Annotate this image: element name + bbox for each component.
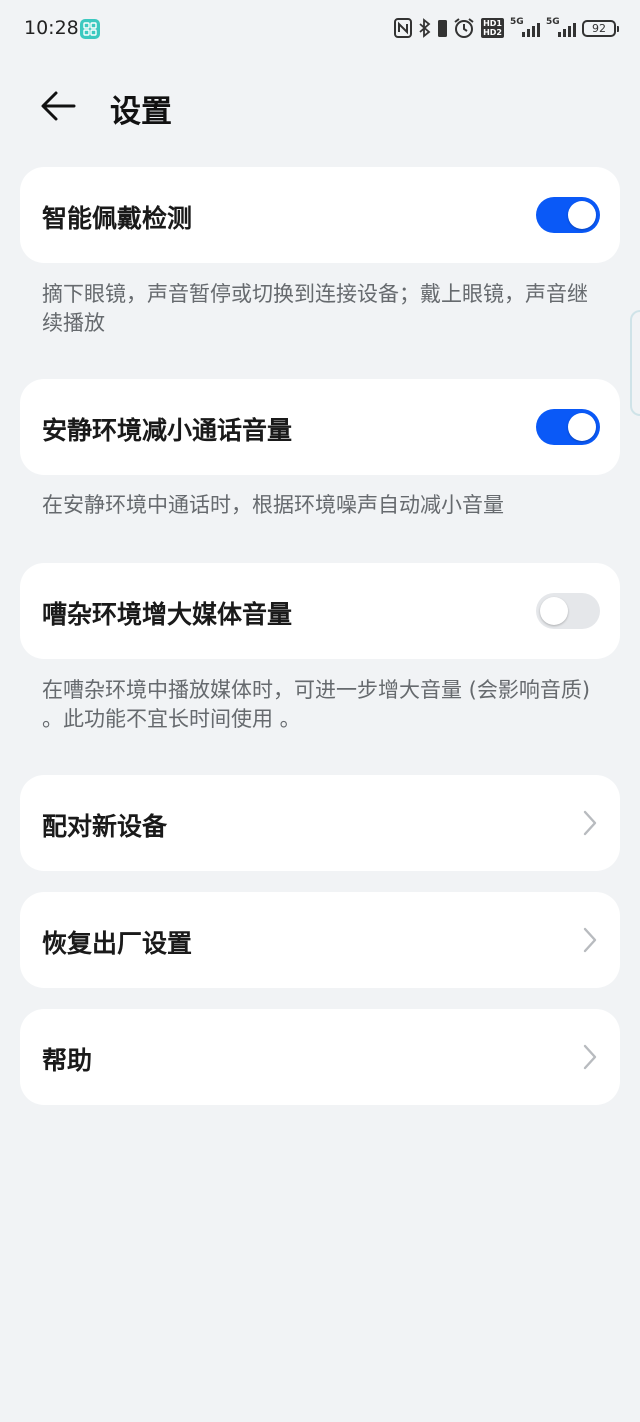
smart-wear-card: 智能佩戴检测 (20, 167, 620, 263)
alarm-icon (454, 18, 474, 38)
signal-2-icon: 5G (546, 17, 576, 39)
smart-wear-toggle[interactable] (536, 197, 600, 233)
page-title: 设置 (110, 94, 172, 130)
side-panel-handle[interactable] (630, 310, 640, 416)
back-arrow-icon (41, 91, 76, 121)
status-bar: 10:28 HD1 HD2 5G 5G 92 (0, 0, 640, 58)
status-icons: HD1 HD2 5G 5G 92 (394, 16, 619, 40)
smart-wear-description: 摘下眼镜，声音暂停或切换到连接设备；戴上眼镜，声音继续播放 (42, 282, 588, 335)
chevron-right-icon (583, 1044, 597, 1070)
chevron-right-icon (583, 927, 597, 953)
status-time: 10:28 (24, 17, 79, 39)
app-notification-icon (80, 19, 100, 39)
signal-1-icon: 5G (510, 17, 540, 39)
hd-top-label: HD1 (483, 19, 502, 28)
noisy-boost-description: 在嘈杂环境中播放媒体时，可进一步增大音量 (会影响音质) 。此功能不宜长时间使用… (42, 678, 591, 731)
help-label: 帮助 (42, 1046, 93, 1075)
nfc-icon (394, 18, 413, 38)
back-button[interactable] (38, 86, 84, 126)
quiet-reduce-toggle[interactable] (536, 409, 600, 445)
factory-reset-label: 恢复出厂设置 (42, 929, 193, 958)
pair-new-device-item[interactable]: 配对新设备 (20, 775, 620, 871)
help-item[interactable]: 帮助 (20, 1009, 620, 1105)
bluetooth-icon (419, 18, 431, 38)
battery-status-icon (438, 20, 448, 37)
quiet-reduce-card: 安静环境减小通话音量 (20, 379, 620, 475)
noisy-boost-card: 嘈杂环境增大媒体音量 (20, 563, 620, 659)
noisy-boost-label: 嘈杂环境增大媒体音量 (42, 600, 293, 629)
header: 设置 (0, 72, 640, 142)
factory-reset-item[interactable]: 恢复出厂设置 (20, 892, 620, 988)
pair-new-device-label: 配对新设备 (42, 812, 168, 841)
hd-bottom-label: HD2 (483, 28, 502, 37)
smart-wear-label: 智能佩戴检测 (42, 204, 193, 233)
battery-level: 92 (582, 19, 619, 37)
noisy-boost-toggle[interactable] (536, 593, 600, 629)
chevron-right-icon (583, 810, 597, 836)
quiet-reduce-description: 在安静环境中通话时，根据环境噪声自动减小音量 (42, 493, 504, 517)
quiet-reduce-label: 安静环境减小通话音量 (42, 416, 293, 445)
hd-voice-icon: HD1 HD2 (481, 18, 504, 38)
